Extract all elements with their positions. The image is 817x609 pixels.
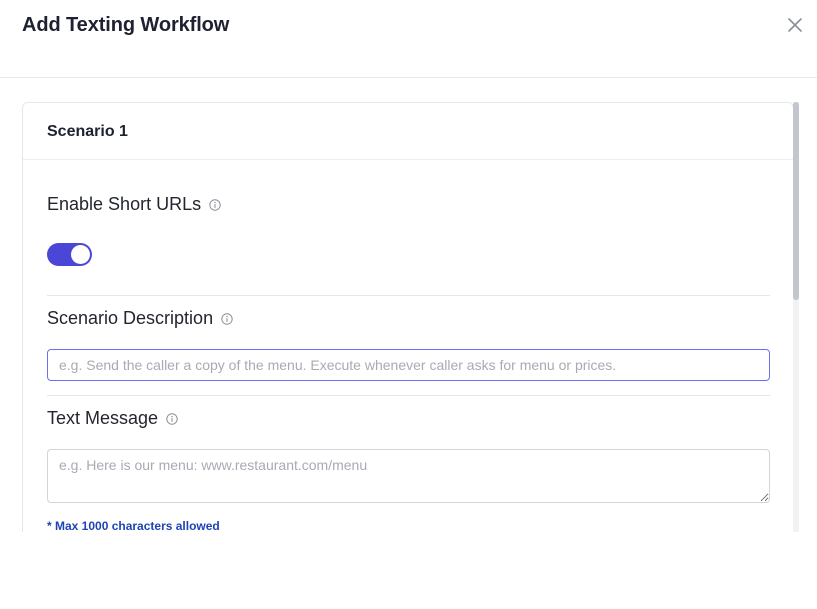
close-icon (786, 16, 804, 34)
text-message-label: Text Message (47, 408, 159, 428)
character-limit-hint: * Max 1000 characters allowed (47, 519, 220, 532)
info-icon[interactable] (166, 412, 178, 425)
short-urls-label: Enable Short URLs (47, 194, 202, 214)
text-message-textarea[interactable] (47, 449, 770, 503)
short-urls-toggle[interactable] (47, 243, 92, 266)
short-urls-label-row: Enable Short URLs (47, 194, 221, 215)
scenario-card: Scenario 1 Enable Short URLs Scenario De… (22, 102, 794, 532)
divider (47, 295, 770, 296)
divider (47, 395, 770, 396)
info-icon[interactable] (209, 198, 221, 211)
modal-header: Add Texting Workflow (0, 0, 817, 78)
scenario-description-label: Scenario Description (47, 308, 214, 328)
scrollbar-thumb[interactable] (793, 102, 799, 300)
toggle-knob (71, 245, 90, 264)
info-icon[interactable] (221, 312, 233, 325)
modal-title: Add Texting Workflow (22, 14, 230, 36)
add-texting-workflow-modal: Add Texting Workflow Scenario 1 Enable S… (0, 0, 817, 609)
scenario-title: Scenario 1 (47, 123, 128, 140)
scenario-card-header: Scenario 1 (23, 103, 793, 160)
modal-body: Scenario 1 Enable Short URLs Scenario De… (22, 102, 800, 532)
text-message-label-row: Text Message (47, 408, 178, 429)
close-button[interactable] (786, 16, 804, 34)
scenario-description-label-row: Scenario Description (47, 308, 233, 329)
scenario-description-input[interactable] (47, 349, 770, 381)
